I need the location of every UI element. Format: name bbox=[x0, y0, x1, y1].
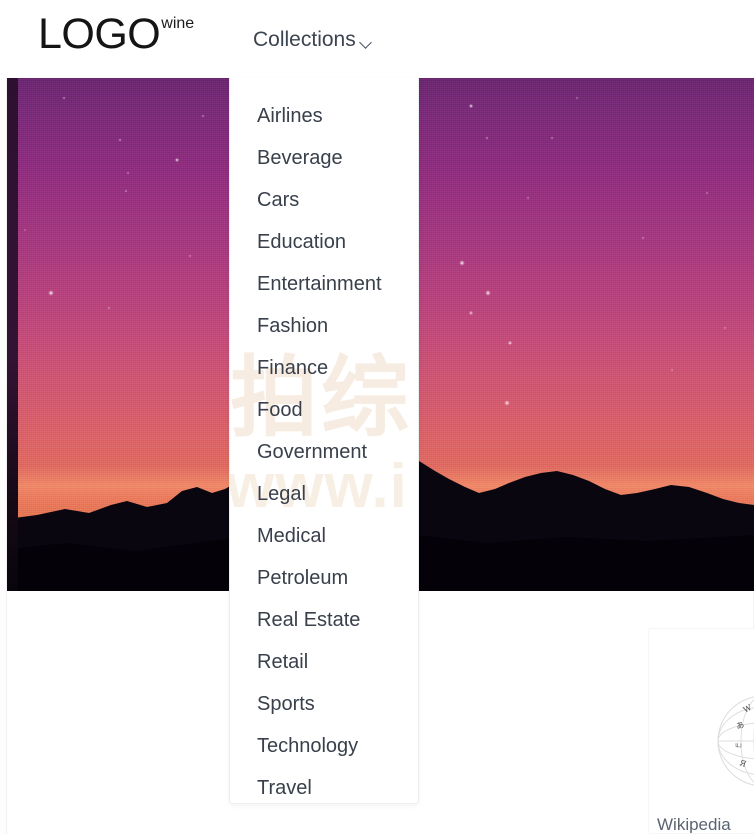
nav-collections-label: Collections bbox=[253, 28, 356, 51]
brand-logo-sub-text: wine bbox=[161, 15, 195, 32]
page-left-gutter bbox=[0, 0, 7, 834]
menu-item-legal[interactable]: Legal bbox=[230, 473, 418, 515]
wikipedia-globe-icon: W あ ய Я Ω ב অ ह ᜅ ᄀ 文 bbox=[715, 693, 754, 789]
menu-item-finance[interactable]: Finance bbox=[230, 347, 418, 389]
chevron-down-icon bbox=[360, 36, 373, 49]
menu-item-beverage[interactable]: Beverage bbox=[230, 137, 418, 179]
site-header: LOGO wine Collections bbox=[0, 0, 754, 78]
menu-item-medical[interactable]: Medical bbox=[230, 515, 418, 557]
menu-item-travel[interactable]: Travel bbox=[230, 767, 418, 803]
menu-item-airlines[interactable]: Airlines bbox=[230, 95, 418, 137]
collections-dropdown-list: Airlines Beverage Cars Education Enterta… bbox=[230, 78, 418, 803]
brand-logo[interactable]: LOGO wine bbox=[38, 12, 194, 56]
menu-item-real-estate[interactable]: Real Estate bbox=[230, 599, 418, 641]
brand-logo-main-text: LOGO bbox=[38, 10, 161, 58]
collections-dropdown-menu[interactable]: 拍综 www.i Airlines Beverage Cars Educatio… bbox=[229, 78, 419, 804]
svg-text:ய: ய bbox=[735, 740, 742, 749]
menu-item-government[interactable]: Government bbox=[230, 431, 418, 473]
menu-item-education[interactable]: Education bbox=[230, 221, 418, 263]
menu-item-petroleum[interactable]: Petroleum bbox=[230, 557, 418, 599]
wikipedia-card-caption: Wikipedia bbox=[657, 815, 731, 834]
menu-item-food[interactable]: Food bbox=[230, 389, 418, 431]
menu-item-entertainment[interactable]: Entertainment bbox=[230, 263, 418, 305]
menu-item-sports[interactable]: Sports bbox=[230, 683, 418, 725]
hero-left-edge-shadow bbox=[7, 78, 18, 591]
menu-item-fashion[interactable]: Fashion bbox=[230, 305, 418, 347]
menu-item-technology[interactable]: Technology bbox=[230, 725, 418, 767]
nav-collections-button[interactable]: Collections bbox=[253, 28, 373, 52]
wikipedia-result-card[interactable]: W あ ய Я Ω ב অ ह ᜅ ᄀ 文 Wikipedia bbox=[648, 628, 754, 834]
menu-item-cars[interactable]: Cars bbox=[230, 179, 418, 221]
page-root: W あ ய Я Ω ב অ ह ᜅ ᄀ 文 Wikipedia LOGO win… bbox=[0, 0, 754, 834]
menu-item-retail[interactable]: Retail bbox=[230, 641, 418, 683]
